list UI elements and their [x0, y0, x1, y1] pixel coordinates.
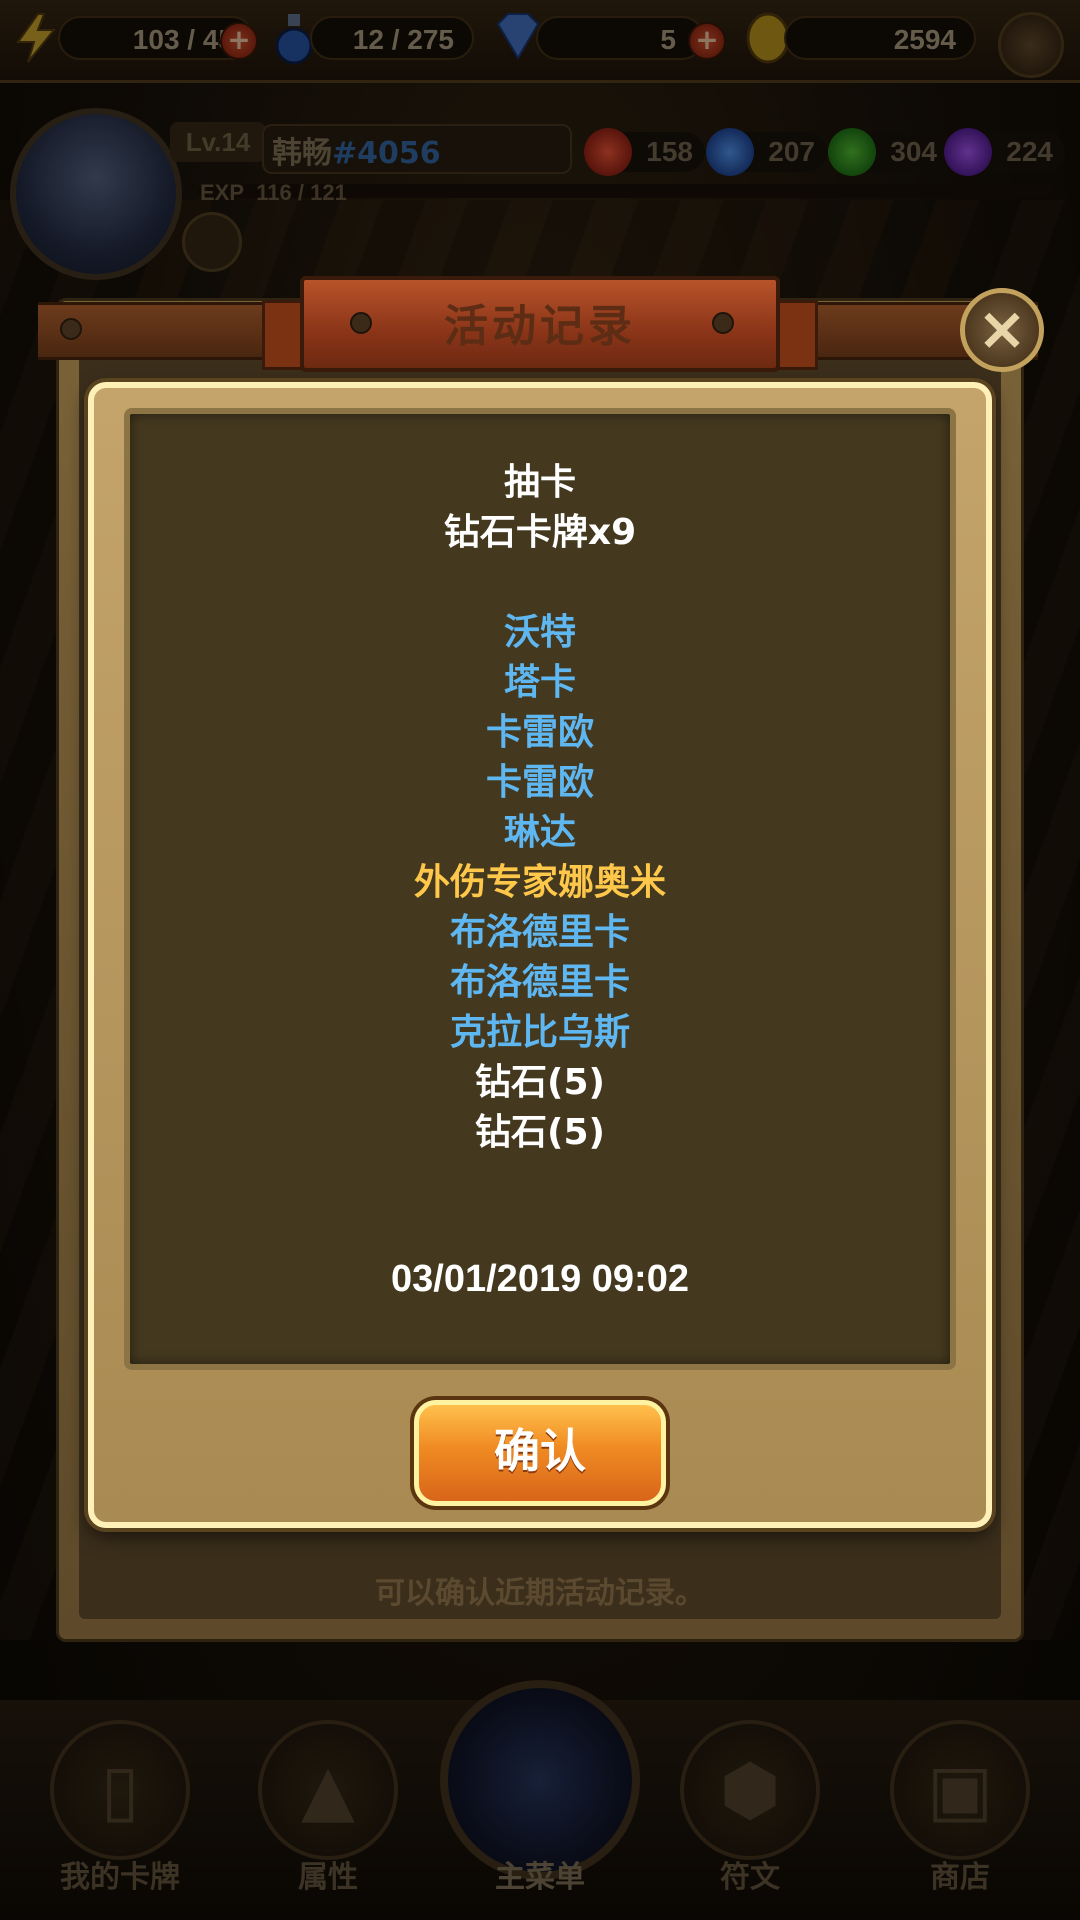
result-item: 沃特	[503, 612, 576, 653]
record-type: 抽卡	[503, 462, 576, 503]
result-item: 钻石(5)	[475, 1112, 605, 1153]
result-item: 布洛德里卡	[449, 912, 630, 953]
record-item: 钻石卡牌x9	[443, 512, 637, 553]
confirm-button[interactable]: 确认	[414, 1400, 666, 1506]
result-item: 塔卡	[503, 662, 576, 703]
close-button[interactable]: ×	[960, 288, 1044, 372]
dialog-title: 活动记录	[444, 301, 636, 352]
panel-footer-hint: 可以确认近期活动记录。	[375, 1576, 705, 1611]
rivet-icon	[60, 318, 82, 340]
result-item: 布洛德里卡	[449, 962, 630, 1003]
result-item: 外伤专家娜奥米	[413, 862, 666, 903]
record-lines: 抽卡 钻石卡牌x9 沃特 塔卡 卡雷欧 卡雷欧 琳达 外伤专家娜奥米 布洛德里卡 布洛德里卡克…	[124, 458, 956, 1158]
close-icon: ×	[976, 294, 1028, 364]
record-datetime: 03/01/2019 09:02	[391, 1258, 689, 1300]
result-item: 卡雷欧	[485, 762, 594, 803]
results-list: 沃特 塔卡 卡雷欧 卡雷欧 琳达 外伤专家娜奥米 布洛德里卡 布洛德里卡 克拉比乌斯 钻石(5) 钻…	[124, 608, 956, 1158]
result-item: 钻石(5)	[475, 1062, 605, 1103]
result-item: 克拉比乌斯	[449, 1012, 630, 1053]
result-item: 卡雷欧	[485, 712, 594, 753]
result-item: 琳达	[503, 812, 576, 853]
